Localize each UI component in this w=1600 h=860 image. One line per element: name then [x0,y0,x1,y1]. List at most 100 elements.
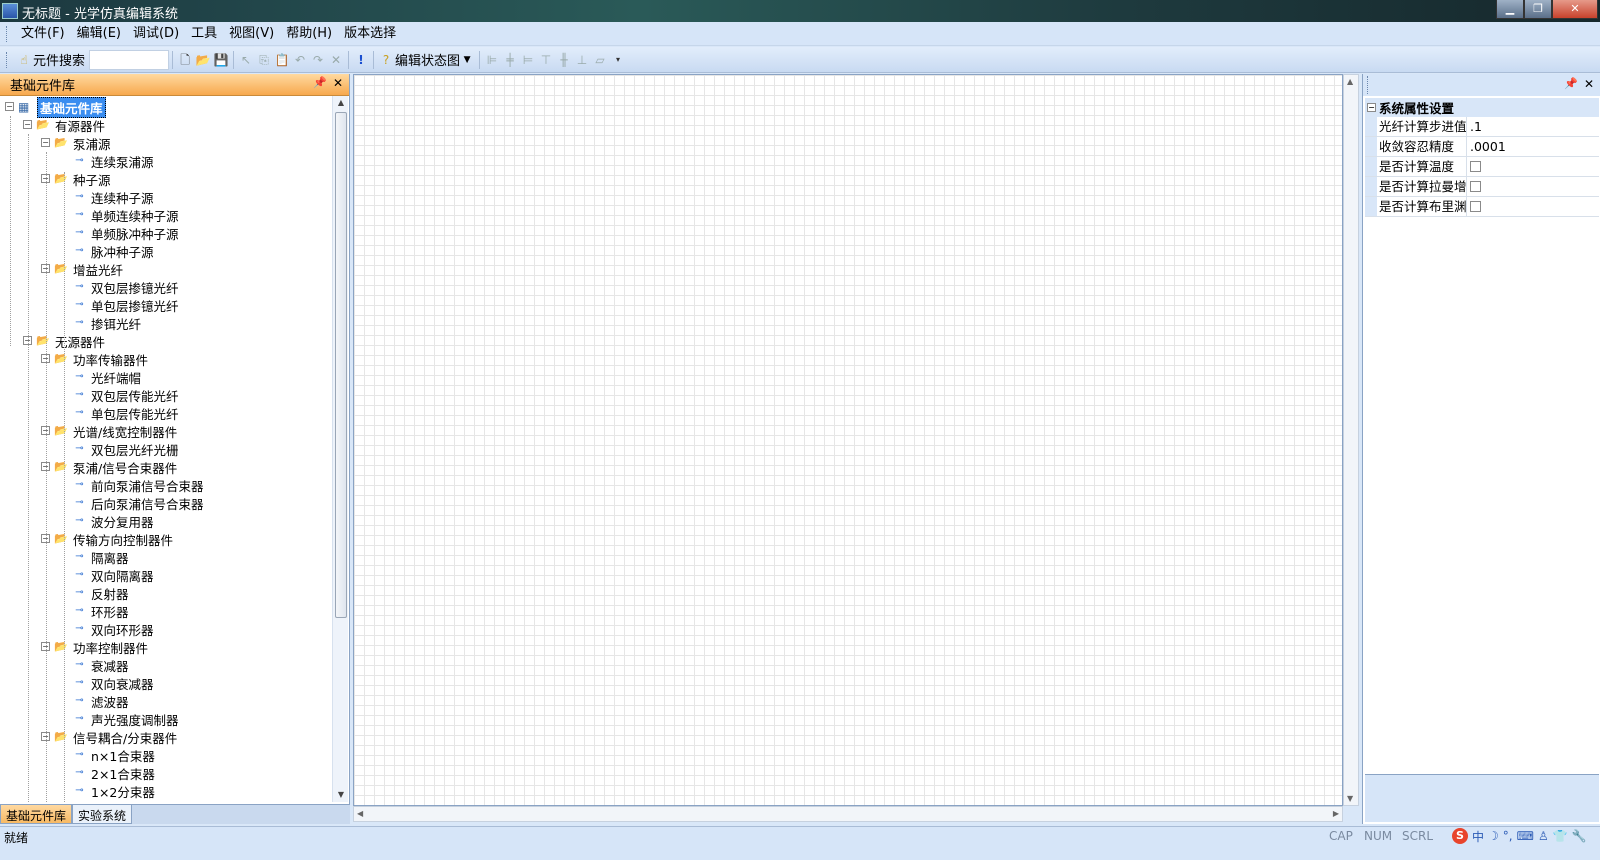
ime-toolbar[interactable]: S 中 ☽ °, ⌨ ♙ 👕 🔧 [1452,827,1587,845]
shirt-icon[interactable]: 👕 [1553,829,1568,843]
tab-component-library[interactable]: 基础元件库 [0,805,73,824]
canvas-horizontal-scrollbar[interactable]: ◀ ▶ [353,806,1343,822]
tree-item[interactable]: ⊸ 光纤端帽 [72,368,141,386]
edit-state-combo[interactable]: ? 编辑状态图 ▼ [377,50,474,70]
minimize-button[interactable]: ▁ [1496,0,1524,19]
component-search-input[interactable] [89,49,170,70]
tree-item[interactable]: ⊸ 单频脉冲种子源 [72,224,178,242]
scroll-down-icon[interactable]: ▼ [1347,794,1353,803]
tab-experiment-system[interactable]: 实验系统 [72,805,133,824]
paste-icon[interactable]: 📋 [273,51,291,69]
chevron-down-icon[interactable]: ▼ [460,51,474,69]
property-checkbox[interactable] [1470,161,1481,172]
pin-icon[interactable]: 📌 [313,76,327,89]
tree-item[interactable]: ⊸ 环形器 [72,602,128,620]
chinese-mode-label[interactable]: 中 [1472,828,1484,845]
tree-item[interactable]: ⊸ 双包层掺镱光纤 [72,278,178,296]
scroll-thumb[interactable] [335,112,347,618]
new-file-icon[interactable]: 🗋 [176,51,194,69]
tree-scrollbar[interactable]: ▲ ▼ [332,96,348,802]
tree-folder[interactable]: 📂 功率控制器件 [54,638,148,656]
maximize-button[interactable]: ❐ [1524,0,1552,19]
tree-item[interactable]: ⊸ 2×1合束器 [72,764,155,782]
tree-item[interactable]: ⊸ 滤波器 [72,692,128,710]
tree-folder[interactable]: 📂 传输方向控制器件 [54,530,173,548]
delete-icon[interactable]: ✕ [327,51,345,69]
tree-folder[interactable]: 📂 泵浦/信号合束器件 [54,458,177,476]
tree-item[interactable]: ⊸ 单频连续种子源 [72,206,178,224]
tree-item[interactable]: ⊸ 隔离器 [72,548,128,566]
tree-item[interactable]: ⊸ 双向环形器 [72,620,153,638]
canvas-vertical-scrollbar[interactable]: ▲ ▼ [1343,74,1359,806]
pin-icon[interactable]: 📌 [1564,77,1578,90]
tree-folder[interactable]: 📂 泵浦源 [54,134,111,152]
menu-grip[interactable] [6,25,9,42]
tree-collapse-icon[interactable]: − [23,120,32,129]
tree-item[interactable]: ⊸ 单包层传能光纤 [72,404,178,422]
scroll-right-icon[interactable]: ▶ [1333,809,1339,818]
tree-collapse-icon[interactable]: − [5,102,14,111]
tree-item[interactable]: ⊸ 连续泵浦源 [72,152,153,170]
collapse-icon[interactable]: − [1367,103,1376,112]
property-checkbox[interactable] [1470,201,1481,212]
pane-close-icon[interactable]: ✕ [333,76,343,90]
scroll-up-icon[interactable]: ▲ [1347,77,1353,86]
menu-file[interactable]: 文件(F) [15,22,71,46]
shape-icon[interactable]: ▱ [591,51,609,69]
user-icon[interactable]: ♙ [1538,829,1549,843]
alert-icon[interactable]: ! [352,51,370,69]
tree-item[interactable]: ⊸ 声光强度调制器 [72,710,178,728]
toolbar-grip[interactable] [6,51,9,68]
sogou-ime-icon[interactable]: S [1452,828,1468,844]
close-button[interactable]: ✕ [1552,0,1598,19]
tree-item[interactable]: ⊸ 双包层传能光纤 [72,386,178,404]
property-row[interactable]: 是否计算温度 [1365,157,1599,177]
punctuation-icon[interactable]: °, [1503,829,1513,843]
wrench-icon[interactable]: 🔧 [1572,829,1587,843]
property-value-input[interactable]: .0001 [1467,137,1599,156]
scroll-left-icon[interactable]: ◀ [357,809,363,818]
tree-item[interactable]: ⊸ 1×2分束器 [72,782,155,800]
tree-item[interactable]: ⊸ 反射器 [72,584,128,602]
pane-grip[interactable] [1367,76,1368,94]
toolbar-overflow-icon[interactable]: ▾ [609,51,627,69]
tree-collapse-icon[interactable]: − [41,138,50,147]
align-middle-icon[interactable]: ╫ [555,51,573,69]
menu-version[interactable]: 版本选择 [338,22,402,46]
tree-item[interactable]: ⊸ 波分复用器 [72,512,153,530]
select-pointer-icon[interactable]: ↖ [237,51,255,69]
property-checkbox[interactable] [1470,181,1481,192]
pane-close-icon[interactable]: ✕ [1584,77,1594,91]
tree-item[interactable]: ⊸ 前向泵浦信号合束器 [72,476,203,494]
undo-icon[interactable]: ↶ [291,51,309,69]
scroll-up-icon[interactable]: ▲ [333,96,349,110]
copy-icon[interactable]: ⎘ [255,51,273,69]
redo-icon[interactable]: ↷ [309,51,327,69]
tree-item[interactable]: ⊸ 掺铒光纤 [72,314,141,332]
property-value-input[interactable]: .1 [1467,117,1599,136]
tree-item[interactable]: ⊸ n×1合束器 [72,746,155,764]
menu-edit[interactable]: 编辑(E) [71,22,127,46]
tree-item[interactable]: ⊸ 连续种子源 [72,188,153,206]
tree-item[interactable]: ⊸ 双包层光纤光栅 [72,440,178,458]
menu-debug[interactable]: 调试(D) [127,22,185,46]
menu-help[interactable]: 帮助(H) [280,22,338,46]
tree-folder[interactable]: 📂 功率传输器件 [54,350,148,368]
align-bottom-icon[interactable]: ⊥ [573,51,591,69]
property-row[interactable]: 是否计算布里渊 [1365,197,1599,217]
tree-item[interactable]: ⊸ 双向隔离器 [72,566,153,584]
keyboard-icon[interactable]: ⌨ [1517,829,1534,843]
scroll-down-icon[interactable]: ▼ [333,788,349,802]
property-row[interactable]: 收敛容忍精度 .0001 [1365,137,1599,157]
open-folder-icon[interactable]: 📂 [194,51,212,69]
tree-item[interactable]: ⊸ 单包层掺镱光纤 [72,296,178,314]
tree-folder[interactable]: ▦ 基础元件库 [18,96,106,118]
property-row[interactable]: 是否计算拉曼增 [1365,177,1599,197]
tree-item[interactable]: ⊸ 后向泵浦信号合束器 [72,494,203,512]
tree-folder[interactable]: 📂 有源器件 [36,116,105,134]
align-left-icon[interactable]: ⊫ [483,51,501,69]
tree-item[interactable]: ⊸ 衰减器 [72,656,128,674]
tree-folder[interactable]: 📂 信号耦合/分束器件 [54,728,177,746]
align-right-icon[interactable]: ⊨ [519,51,537,69]
property-category[interactable]: − 系统属性设置 [1365,98,1599,117]
